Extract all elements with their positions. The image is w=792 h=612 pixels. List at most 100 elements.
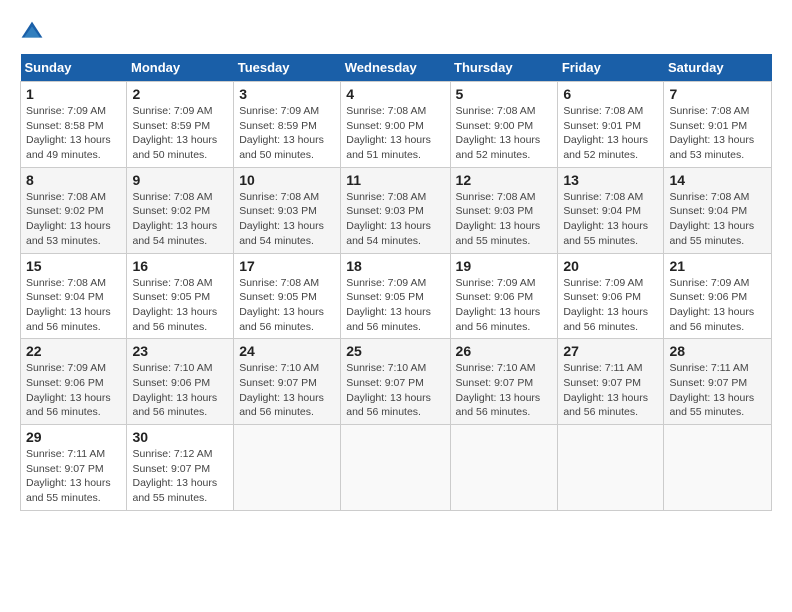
day-detail: Sunrise: 7:08 AM Sunset: 9:01 PM Dayligh… — [669, 104, 766, 163]
weekday-header-friday: Friday — [558, 54, 664, 82]
calendar-cell: 8 Sunrise: 7:08 AM Sunset: 9:02 PM Dayli… — [21, 167, 127, 253]
day-detail: Sunrise: 7:08 AM Sunset: 9:03 PM Dayligh… — [456, 190, 553, 249]
day-detail: Sunrise: 7:09 AM Sunset: 8:59 PM Dayligh… — [132, 104, 228, 163]
calendar-cell: 24 Sunrise: 7:10 AM Sunset: 9:07 PM Dayl… — [234, 339, 341, 425]
day-detail: Sunrise: 7:11 AM Sunset: 9:07 PM Dayligh… — [563, 361, 658, 420]
day-detail: Sunrise: 7:09 AM Sunset: 9:05 PM Dayligh… — [346, 276, 444, 335]
calendar-cell — [664, 425, 772, 511]
day-number: 10 — [239, 172, 335, 188]
day-detail: Sunrise: 7:08 AM Sunset: 9:01 PM Dayligh… — [563, 104, 658, 163]
day-detail: Sunrise: 7:10 AM Sunset: 9:07 PM Dayligh… — [239, 361, 335, 420]
day-number: 16 — [132, 258, 228, 274]
day-number: 15 — [26, 258, 121, 274]
day-detail: Sunrise: 7:08 AM Sunset: 9:00 PM Dayligh… — [346, 104, 444, 163]
weekday-header-thursday: Thursday — [450, 54, 558, 82]
calendar-table: SundayMondayTuesdayWednesdayThursdayFrid… — [20, 54, 772, 511]
day-detail: Sunrise: 7:10 AM Sunset: 9:07 PM Dayligh… — [456, 361, 553, 420]
day-number: 29 — [26, 429, 121, 445]
calendar-cell: 12 Sunrise: 7:08 AM Sunset: 9:03 PM Dayl… — [450, 167, 558, 253]
calendar-cell — [450, 425, 558, 511]
calendar-cell: 16 Sunrise: 7:08 AM Sunset: 9:05 PM Dayl… — [127, 253, 234, 339]
calendar-cell: 7 Sunrise: 7:08 AM Sunset: 9:01 PM Dayli… — [664, 82, 772, 168]
logo — [20, 20, 48, 44]
day-number: 18 — [346, 258, 444, 274]
day-number: 19 — [456, 258, 553, 274]
calendar-week-row: 8 Sunrise: 7:08 AM Sunset: 9:02 PM Dayli… — [21, 167, 772, 253]
day-number: 6 — [563, 86, 658, 102]
day-number: 12 — [456, 172, 553, 188]
calendar-cell: 21 Sunrise: 7:09 AM Sunset: 9:06 PM Dayl… — [664, 253, 772, 339]
day-number: 22 — [26, 343, 121, 359]
calendar-cell — [341, 425, 450, 511]
day-number: 5 — [456, 86, 553, 102]
calendar-cell: 27 Sunrise: 7:11 AM Sunset: 9:07 PM Dayl… — [558, 339, 664, 425]
day-number: 20 — [563, 258, 658, 274]
day-number: 23 — [132, 343, 228, 359]
day-number: 27 — [563, 343, 658, 359]
day-detail: Sunrise: 7:09 AM Sunset: 8:58 PM Dayligh… — [26, 104, 121, 163]
day-number: 21 — [669, 258, 766, 274]
calendar-cell: 26 Sunrise: 7:10 AM Sunset: 9:07 PM Dayl… — [450, 339, 558, 425]
day-detail: Sunrise: 7:10 AM Sunset: 9:07 PM Dayligh… — [346, 361, 444, 420]
calendar-cell: 3 Sunrise: 7:09 AM Sunset: 8:59 PM Dayli… — [234, 82, 341, 168]
calendar-cell: 18 Sunrise: 7:09 AM Sunset: 9:05 PM Dayl… — [341, 253, 450, 339]
calendar-cell: 1 Sunrise: 7:09 AM Sunset: 8:58 PM Dayli… — [21, 82, 127, 168]
day-number: 30 — [132, 429, 228, 445]
calendar-cell: 17 Sunrise: 7:08 AM Sunset: 9:05 PM Dayl… — [234, 253, 341, 339]
calendar-week-row: 29 Sunrise: 7:11 AM Sunset: 9:07 PM Dayl… — [21, 425, 772, 511]
calendar-cell: 5 Sunrise: 7:08 AM Sunset: 9:00 PM Dayli… — [450, 82, 558, 168]
day-detail: Sunrise: 7:10 AM Sunset: 9:06 PM Dayligh… — [132, 361, 228, 420]
day-number: 11 — [346, 172, 444, 188]
day-detail: Sunrise: 7:08 AM Sunset: 9:04 PM Dayligh… — [669, 190, 766, 249]
day-number: 17 — [239, 258, 335, 274]
calendar-cell: 14 Sunrise: 7:08 AM Sunset: 9:04 PM Dayl… — [664, 167, 772, 253]
day-detail: Sunrise: 7:09 AM Sunset: 8:59 PM Dayligh… — [239, 104, 335, 163]
calendar-cell: 13 Sunrise: 7:08 AM Sunset: 9:04 PM Dayl… — [558, 167, 664, 253]
calendar-cell — [558, 425, 664, 511]
calendar-cell: 9 Sunrise: 7:08 AM Sunset: 9:02 PM Dayli… — [127, 167, 234, 253]
day-detail: Sunrise: 7:11 AM Sunset: 9:07 PM Dayligh… — [669, 361, 766, 420]
day-number: 7 — [669, 86, 766, 102]
calendar-cell: 2 Sunrise: 7:09 AM Sunset: 8:59 PM Dayli… — [127, 82, 234, 168]
day-detail: Sunrise: 7:09 AM Sunset: 9:06 PM Dayligh… — [26, 361, 121, 420]
day-detail: Sunrise: 7:09 AM Sunset: 9:06 PM Dayligh… — [563, 276, 658, 335]
calendar-cell: 29 Sunrise: 7:11 AM Sunset: 9:07 PM Dayl… — [21, 425, 127, 511]
day-number: 9 — [132, 172, 228, 188]
calendar-week-row: 1 Sunrise: 7:09 AM Sunset: 8:58 PM Dayli… — [21, 82, 772, 168]
day-number: 24 — [239, 343, 335, 359]
day-detail: Sunrise: 7:09 AM Sunset: 9:06 PM Dayligh… — [669, 276, 766, 335]
calendar-cell: 19 Sunrise: 7:09 AM Sunset: 9:06 PM Dayl… — [450, 253, 558, 339]
calendar-cell: 11 Sunrise: 7:08 AM Sunset: 9:03 PM Dayl… — [341, 167, 450, 253]
day-number: 25 — [346, 343, 444, 359]
calendar-cell: 25 Sunrise: 7:10 AM Sunset: 9:07 PM Dayl… — [341, 339, 450, 425]
weekday-header-saturday: Saturday — [664, 54, 772, 82]
day-number: 2 — [132, 86, 228, 102]
day-detail: Sunrise: 7:08 AM Sunset: 9:05 PM Dayligh… — [132, 276, 228, 335]
logo-icon — [20, 20, 44, 44]
day-number: 14 — [669, 172, 766, 188]
calendar-week-row: 15 Sunrise: 7:08 AM Sunset: 9:04 PM Dayl… — [21, 253, 772, 339]
calendar-cell: 22 Sunrise: 7:09 AM Sunset: 9:06 PM Dayl… — [21, 339, 127, 425]
calendar-cell: 10 Sunrise: 7:08 AM Sunset: 9:03 PM Dayl… — [234, 167, 341, 253]
calendar-cell: 20 Sunrise: 7:09 AM Sunset: 9:06 PM Dayl… — [558, 253, 664, 339]
day-number: 3 — [239, 86, 335, 102]
day-detail: Sunrise: 7:08 AM Sunset: 9:04 PM Dayligh… — [563, 190, 658, 249]
day-number: 1 — [26, 86, 121, 102]
calendar-cell: 30 Sunrise: 7:12 AM Sunset: 9:07 PM Dayl… — [127, 425, 234, 511]
day-detail: Sunrise: 7:08 AM Sunset: 9:00 PM Dayligh… — [456, 104, 553, 163]
calendar-cell: 4 Sunrise: 7:08 AM Sunset: 9:00 PM Dayli… — [341, 82, 450, 168]
header — [20, 20, 772, 44]
weekday-header-monday: Monday — [127, 54, 234, 82]
weekday-header-sunday: Sunday — [21, 54, 127, 82]
day-number: 13 — [563, 172, 658, 188]
day-detail: Sunrise: 7:08 AM Sunset: 9:03 PM Dayligh… — [346, 190, 444, 249]
day-number: 26 — [456, 343, 553, 359]
day-detail: Sunrise: 7:08 AM Sunset: 9:02 PM Dayligh… — [132, 190, 228, 249]
day-detail: Sunrise: 7:08 AM Sunset: 9:02 PM Dayligh… — [26, 190, 121, 249]
weekday-header-row: SundayMondayTuesdayWednesdayThursdayFrid… — [21, 54, 772, 82]
weekday-header-wednesday: Wednesday — [341, 54, 450, 82]
day-number: 28 — [669, 343, 766, 359]
calendar-week-row: 22 Sunrise: 7:09 AM Sunset: 9:06 PM Dayl… — [21, 339, 772, 425]
day-detail: Sunrise: 7:08 AM Sunset: 9:03 PM Dayligh… — [239, 190, 335, 249]
calendar-cell — [234, 425, 341, 511]
